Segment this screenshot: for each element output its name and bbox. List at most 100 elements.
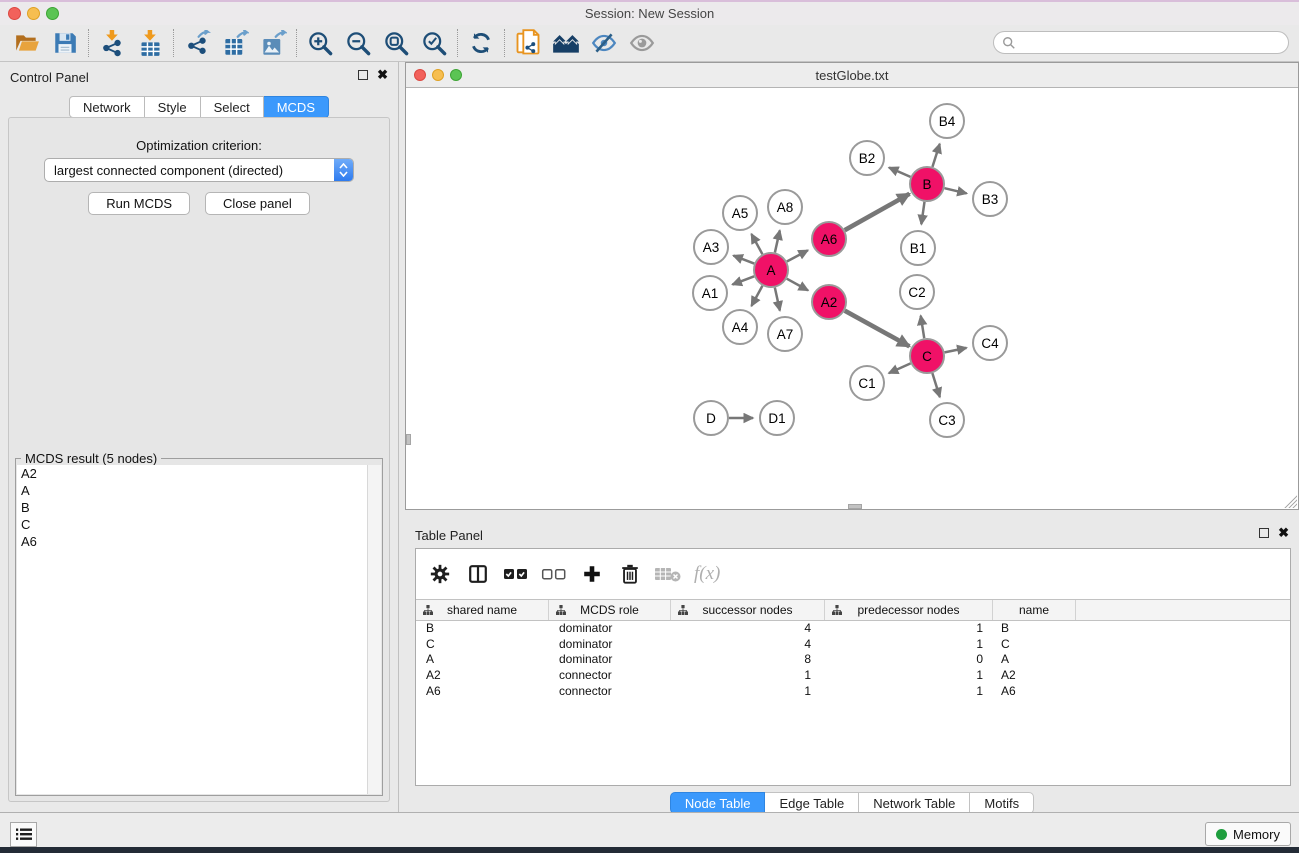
delete-table-button[interactable] bbox=[652, 558, 684, 590]
table-cell[interactable]: A2 bbox=[416, 668, 549, 684]
tab-edge-table[interactable]: Edge Table bbox=[765, 792, 859, 814]
edge-A2-C[interactable] bbox=[845, 311, 910, 347]
task-history-button[interactable] bbox=[10, 822, 37, 847]
new-network-from-selection-button[interactable] bbox=[509, 27, 547, 59]
table-cell[interactable]: 4 bbox=[671, 621, 825, 637]
graph-node-C[interactable]: C bbox=[910, 339, 944, 373]
graph-node-B1[interactable]: B1 bbox=[901, 231, 935, 265]
hide-selected-button[interactable] bbox=[585, 27, 623, 59]
import-table-button[interactable] bbox=[131, 27, 169, 59]
function-builder-button[interactable]: f(x) bbox=[694, 563, 720, 585]
column-header-shared-name[interactable]: shared name bbox=[416, 600, 549, 620]
graph-node-A3[interactable]: A3 bbox=[694, 230, 728, 264]
graph-node-D[interactable]: D bbox=[694, 401, 728, 435]
column-header-successor-nodes[interactable]: successor nodes bbox=[671, 600, 825, 620]
zoom-in-button[interactable] bbox=[301, 27, 339, 59]
table-cell[interactable]: B bbox=[993, 621, 1076, 637]
graph-node-C2[interactable]: C2 bbox=[900, 275, 934, 309]
vertical-scrollbar-thumb[interactable] bbox=[406, 434, 411, 445]
graph-node-C1[interactable]: C1 bbox=[850, 366, 884, 400]
edge-C-C4[interactable] bbox=[945, 348, 967, 353]
tab-node-table[interactable]: Node Table bbox=[670, 792, 766, 814]
table-cell[interactable]: dominator bbox=[549, 637, 671, 653]
table-cell[interactable]: A2 bbox=[993, 668, 1076, 684]
deselect-all-button[interactable] bbox=[538, 558, 570, 590]
first-neighbors-button[interactable] bbox=[547, 27, 585, 59]
table-settings-button[interactable] bbox=[424, 558, 456, 590]
result-item[interactable]: A6 bbox=[17, 533, 367, 550]
table-cell[interactable]: 4 bbox=[671, 637, 825, 653]
network-window-titlebar[interactable]: testGlobe.txt bbox=[406, 63, 1298, 88]
graph-node-B[interactable]: B bbox=[910, 167, 944, 201]
run-mcds-button[interactable]: Run MCDS bbox=[88, 192, 190, 215]
table-cell[interactable]: dominator bbox=[549, 621, 671, 637]
edge-A-A2[interactable] bbox=[787, 279, 808, 291]
table-cell[interactable]: 1 bbox=[671, 668, 825, 684]
table-cell[interactable]: C bbox=[416, 637, 549, 653]
graph-node-A2[interactable]: A2 bbox=[812, 285, 846, 319]
delete-column-button[interactable] bbox=[614, 558, 646, 590]
zoom-out-button[interactable] bbox=[339, 27, 377, 59]
close-panel-icon[interactable]: ✖ bbox=[377, 70, 388, 80]
mcds-result-list[interactable]: A2ABCA6 bbox=[17, 465, 367, 794]
add-column-button[interactable] bbox=[576, 558, 608, 590]
network-graph[interactable]: B4B2BB3A5A8A6B1A3AA1C2A2A4A7CC4C1C3DD1 bbox=[406, 89, 1298, 510]
select-all-button[interactable] bbox=[500, 558, 532, 590]
edge-A-A5[interactable] bbox=[751, 234, 762, 254]
table-cell[interactable]: C bbox=[993, 637, 1076, 653]
graph-node-C4[interactable]: C4 bbox=[973, 326, 1007, 360]
graph-node-A5[interactable]: A5 bbox=[723, 196, 757, 230]
result-item[interactable]: A2 bbox=[17, 465, 367, 482]
result-scrollbar[interactable] bbox=[367, 465, 381, 794]
zoom-selected-button[interactable] bbox=[415, 27, 453, 59]
network-canvas[interactable]: B4B2BB3A5A8A6B1A3AA1C2A2A4A7CC4C1C3DD1 bbox=[406, 89, 1298, 509]
edge-A-A8[interactable] bbox=[775, 230, 780, 252]
edge-A-A6[interactable] bbox=[787, 250, 808, 261]
show-all-button[interactable] bbox=[623, 27, 661, 59]
tab-network-table[interactable]: Network Table bbox=[859, 792, 970, 814]
graph-node-A6[interactable]: A6 bbox=[812, 222, 846, 256]
table-row[interactable]: Cdominator41C bbox=[416, 637, 1290, 653]
result-item[interactable]: A bbox=[17, 482, 367, 499]
column-header-predecessor-nodes[interactable]: predecessor nodes bbox=[825, 600, 993, 620]
table-cell[interactable]: connector bbox=[549, 668, 671, 684]
float-panel-icon[interactable] bbox=[1259, 528, 1269, 538]
table-cell[interactable]: A6 bbox=[416, 684, 549, 700]
zoom-fit-button[interactable] bbox=[377, 27, 415, 59]
save-session-button[interactable] bbox=[46, 27, 84, 59]
export-table-button[interactable] bbox=[216, 27, 254, 59]
table-cell[interactable]: connector bbox=[549, 684, 671, 700]
memory-button[interactable]: Memory bbox=[1205, 822, 1291, 846]
tab-select[interactable]: Select bbox=[201, 96, 264, 118]
graph-node-C3[interactable]: C3 bbox=[930, 403, 964, 437]
graph-node-B4[interactable]: B4 bbox=[930, 104, 964, 138]
table-row[interactable]: Adominator80A bbox=[416, 652, 1290, 668]
graph-node-A4[interactable]: A4 bbox=[723, 310, 757, 344]
result-item[interactable]: C bbox=[17, 516, 367, 533]
edge-A-A3[interactable] bbox=[733, 256, 754, 264]
table-cell[interactable]: B bbox=[416, 621, 549, 637]
graph-node-A1[interactable]: A1 bbox=[693, 276, 727, 310]
resize-grip[interactable] bbox=[1284, 495, 1297, 508]
table-row[interactable]: A6connector11A6 bbox=[416, 684, 1290, 700]
table-cell[interactable]: 1 bbox=[825, 637, 993, 653]
table-cell[interactable]: dominator bbox=[549, 652, 671, 668]
column-header-name[interactable]: name bbox=[993, 600, 1076, 620]
edge-B-B2[interactable] bbox=[889, 168, 910, 177]
tab-mcds[interactable]: MCDS bbox=[264, 96, 329, 118]
edge-C-C1[interactable] bbox=[889, 363, 911, 373]
table-cell[interactable]: 0 bbox=[825, 652, 993, 668]
edge-B-B3[interactable] bbox=[945, 188, 967, 193]
search-input[interactable] bbox=[1016, 32, 1288, 53]
edge-B-B4[interactable] bbox=[932, 144, 939, 167]
edge-C-C2[interactable] bbox=[921, 316, 925, 339]
edge-B-B1[interactable] bbox=[921, 202, 924, 224]
graph-node-A[interactable]: A bbox=[754, 253, 788, 287]
table-cell[interactable]: A6 bbox=[993, 684, 1076, 700]
result-item[interactable]: B bbox=[17, 499, 367, 516]
graph-node-D1[interactable]: D1 bbox=[760, 401, 794, 435]
tab-network[interactable]: Network bbox=[69, 96, 145, 118]
horizontal-scrollbar-thumb[interactable] bbox=[848, 504, 862, 509]
import-network-button[interactable] bbox=[93, 27, 131, 59]
table-row[interactable]: Bdominator41B bbox=[416, 621, 1290, 637]
